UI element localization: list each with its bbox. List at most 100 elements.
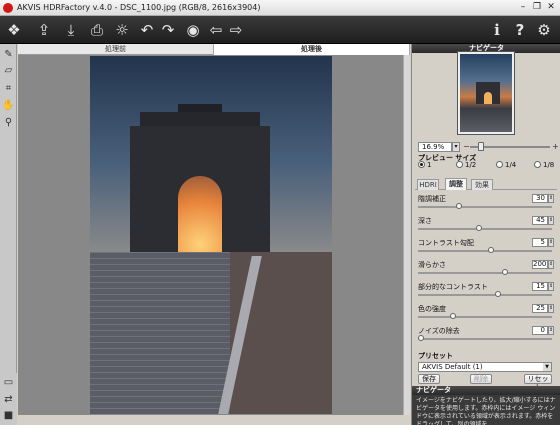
parameter-value-input[interactable]: 0 [532, 326, 548, 335]
parameter-value-input[interactable]: 200 [532, 260, 548, 269]
tab-effects[interactable]: 効果 [471, 179, 493, 190]
export-button[interactable]: ☼ [112, 20, 132, 40]
parameter-slider-track[interactable] [418, 294, 552, 296]
close-button[interactable]: ✕ [545, 2, 557, 13]
preview-option-label: 1/4 [505, 161, 517, 169]
image-tabs: 処理前 処理後 [18, 44, 410, 55]
parameter-spinner[interactable]: ⇕ [548, 238, 554, 247]
parameter-value-input[interactable]: 30 [532, 194, 548, 203]
open-icon: ⇪ [37, 21, 51, 39]
main-toolbar: ❖ ⇪ ⤓ ⎙ ☼ ↶ ↷ ◉ ⇦ ⇨ i ? ⚙ [0, 16, 560, 44]
view-mode-strip: ▭ ⇄ ■ [0, 373, 17, 425]
zoom-slider-thumb[interactable] [478, 142, 484, 151]
open-button[interactable]: ⇪ [34, 20, 54, 40]
enhance-button[interactable]: ❖ [4, 20, 24, 40]
save-button[interactable]: ⤓ [61, 20, 81, 40]
hand-tool[interactable]: ✋ [2, 99, 15, 112]
parameter-slider-thumb[interactable] [488, 247, 495, 253]
parameter-slider-thumb[interactable] [494, 291, 501, 297]
parameter-slider-thumb[interactable] [418, 335, 424, 341]
settings-button[interactable]: ⚙ [534, 20, 554, 40]
preview-toggle-button[interactable]: ◉ [183, 20, 203, 40]
parameter-spinner[interactable]: ⇕ [548, 326, 554, 335]
parameter-label: 部分的なコントラスト [418, 283, 488, 291]
print-icon: ⎙ [90, 21, 103, 39]
tab-before[interactable]: 処理前 [18, 44, 214, 55]
preview-option-label: 1/8 [543, 161, 555, 169]
view-dark-icon: ■ [3, 410, 14, 421]
preview-option-1[interactable]: 1 [418, 161, 431, 170]
parameter-spinner[interactable]: ⇕ [548, 216, 554, 225]
parameter-spinner[interactable]: ⇕ [548, 260, 554, 269]
parameter-value-input[interactable]: 25 [532, 304, 548, 313]
photo-triumphal-arch [130, 104, 270, 252]
navigator-thumbnail[interactable] [457, 51, 515, 135]
parameter-slider-track[interactable] [418, 338, 552, 340]
zoom-in-button[interactable]: + [552, 142, 559, 151]
tab-after[interactable]: 処理後 [214, 44, 410, 55]
parameter-tabs: HDRI 調整 効果 [415, 178, 557, 190]
minimize-button[interactable]: – [517, 2, 529, 13]
tab-hdri[interactable]: HDRI [417, 179, 439, 190]
hdr-photo [90, 56, 332, 414]
parameter-slider-track[interactable] [418, 250, 552, 252]
title-bar: AKVIS HDRFactory v.4.0 - DSC_1100.jpg (R… [0, 0, 560, 16]
image-canvas[interactable] [18, 55, 410, 415]
parameter-slider-track[interactable] [418, 316, 552, 318]
help-icon: ? [515, 21, 525, 39]
preset-save-button[interactable]: 保存 [418, 374, 440, 384]
hint-header: ナビゲータ [412, 386, 560, 395]
parameter-slider-thumb[interactable] [456, 203, 463, 209]
arch-opening [178, 176, 222, 252]
parameter-slider-track[interactable] [418, 272, 552, 274]
view-dark-button[interactable]: ■ [2, 409, 15, 422]
parameter-value-input[interactable]: 45 [532, 216, 548, 225]
redo-icon: ↷ [161, 21, 175, 39]
redo-button[interactable]: ↷ [158, 20, 178, 40]
crop-tool[interactable]: ⌗ [2, 82, 15, 95]
parameter-slider-track[interactable] [418, 228, 552, 230]
zoom-input[interactable]: 16.9% [418, 142, 452, 152]
eraser-tool[interactable]: ▱ [2, 64, 15, 77]
parameter-slider-thumb[interactable] [502, 269, 509, 275]
preview-option-label: 1/2 [465, 161, 477, 169]
forward-button[interactable]: ⇨ [226, 20, 246, 40]
preset-select[interactable]: AKVIS Default (1) ▼ [418, 362, 552, 372]
preview-option-8[interactable]: 1/8 [534, 161, 554, 170]
info-button[interactable]: i [487, 20, 507, 40]
preset-reset-button[interactable]: リセット [524, 374, 552, 391]
preview-option-4[interactable]: 1/4 [496, 161, 516, 170]
parameter-spinner[interactable]: ⇕ [548, 304, 554, 313]
preview-option-2[interactable]: 1/2 [456, 161, 476, 170]
parameter-slider-track[interactable] [418, 206, 552, 208]
help-button[interactable]: ? [510, 20, 530, 40]
parameter-value-input[interactable]: 5 [532, 238, 548, 247]
tab-adjust[interactable]: 調整 [445, 178, 467, 190]
parameter-label: 深さ [418, 217, 432, 225]
parameter-slider-thumb[interactable] [475, 225, 482, 231]
settings-panel: ナビゲータ 16.9% ▾ − + プレビュー サイズ 1 1/2 1/4 1/… [411, 44, 560, 425]
zoom-out-button[interactable]: − [463, 142, 470, 151]
parameter-spinner[interactable]: ⇕ [548, 194, 554, 203]
print-button[interactable]: ⎙ [87, 20, 107, 40]
radio-icon [496, 161, 503, 168]
zoom-icon: ⚲ [4, 117, 13, 128]
brush-icon: ✎ [4, 49, 13, 60]
back-button[interactable]: ⇦ [206, 20, 226, 40]
view-single-icon: ▭ [3, 377, 14, 388]
parameter-spinner[interactable]: ⇕ [548, 282, 554, 291]
preset-delete-button[interactable]: 削除 [470, 374, 492, 384]
parameter-value-input[interactable]: 15 [532, 282, 548, 291]
back-icon: ⇦ [209, 21, 223, 39]
brush-tool[interactable]: ✎ [2, 48, 15, 61]
view-single-button[interactable]: ▭ [2, 376, 15, 389]
undo-button[interactable]: ↶ [137, 20, 157, 40]
parameter-row: 滑らかさ 200 ⇕ [416, 260, 556, 277]
parameter-slider-thumb[interactable] [450, 313, 456, 319]
zoom-tool[interactable]: ⚲ [2, 116, 15, 129]
restore-button[interactable]: ❐ [531, 2, 543, 13]
view-swap-button[interactable]: ⇄ [2, 393, 15, 406]
zoom-dropdown-button[interactable]: ▾ [452, 142, 460, 152]
vertical-scrollbar[interactable] [403, 55, 410, 415]
parameter-row: コントラスト勾配 5 ⇕ [416, 238, 556, 255]
